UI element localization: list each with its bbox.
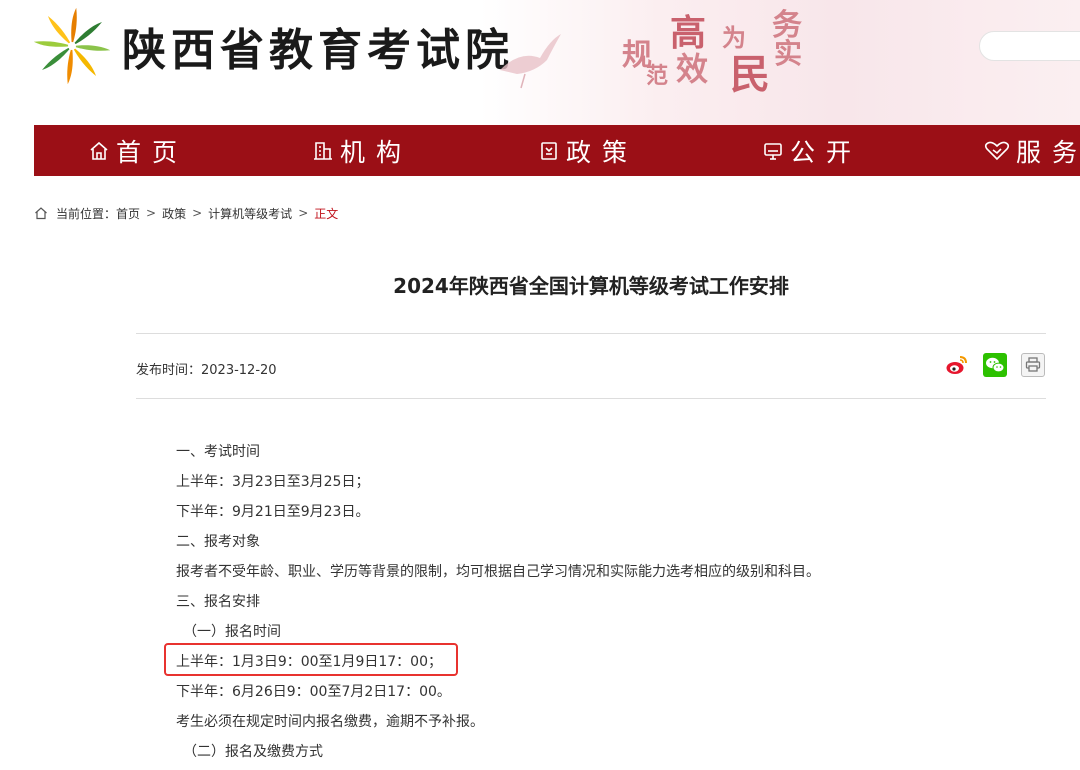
article-paragraph: 考生必须在规定时间内报名缴费，逾期不予补报。	[176, 714, 484, 730]
breadcrumb-separator: >	[146, 206, 157, 220]
breadcrumb: 当前位置： 首页 > 政策 > 计算机等级考试 > 正文	[34, 204, 338, 222]
weibo-share-button[interactable]	[945, 353, 969, 377]
header-slogan: 规 范 高 效 为 民 务 实	[560, 0, 860, 125]
article-body: 一、考试时间 上半年：3月23日至3月25日； 下半年：9月21日至9月23日。…	[176, 440, 1006, 770]
article-paragraph: 二、报考对象	[176, 534, 260, 550]
slogan-char: 范	[646, 63, 669, 89]
article-paragraph: 下半年：6月26日9：00至7月2日17：00。	[176, 684, 451, 700]
article-paragraph: （二）报名及缴费方式	[183, 744, 323, 760]
nav-item-home[interactable]: 首页	[88, 125, 188, 176]
building-icon	[314, 141, 332, 160]
slogan-char: 民	[730, 51, 770, 98]
breadcrumb-separator: >	[298, 206, 309, 220]
home-icon	[35, 207, 47, 220]
wechat-share-button[interactable]	[983, 353, 1007, 377]
search-input[interactable]	[979, 31, 1080, 61]
breadcrumb-link-ncre[interactable]: 计算机等级考试	[208, 205, 292, 222]
nav-item-policy[interactable]: 政策	[538, 125, 638, 176]
article-paragraph: 三、报名安排	[176, 594, 260, 610]
weibo-share-icon	[946, 356, 967, 374]
publish-info: 发布时间：2023-12-20	[136, 359, 277, 378]
nav-label: 机构	[340, 137, 413, 167]
main-nav: 首页 机构 政策 公开 服务	[34, 125, 1080, 176]
home-icon	[90, 141, 108, 160]
breadcrumb-current: 正文	[314, 206, 339, 221]
nav-item-organization[interactable]: 机构	[312, 125, 412, 176]
highlight-annotation	[164, 643, 458, 676]
breadcrumb-separator: >	[192, 206, 203, 220]
article-paragraph: 上半年：3月23日至3月25日；	[176, 474, 370, 490]
nav-item-service[interactable]: 服务	[984, 125, 1080, 176]
crane-decoration-icon	[500, 34, 561, 89]
monitor-icon	[764, 142, 782, 160]
print-icon	[1025, 357, 1041, 372]
breadcrumb-link-home[interactable]: 首页	[116, 205, 140, 222]
article-paragraph: 下半年：9月21日至9月23日。	[176, 504, 370, 520]
article-paragraph: 一、考试时间	[176, 444, 260, 460]
article-paragraph: 报考者不受年龄、职业、学历等背景的限制，均可根据自己学习情况和实际能力选考相应的…	[176, 564, 820, 580]
nav-label: 公开	[790, 137, 863, 167]
nav-label: 政策	[566, 137, 639, 167]
slogan-char: 实	[774, 37, 803, 70]
publish-date: 2023-12-20	[201, 363, 277, 378]
handshake-heart-icon	[984, 141, 1010, 160]
slogan-char: 效	[676, 50, 709, 88]
divider	[136, 333, 1046, 334]
divider	[136, 398, 1046, 399]
nav-item-disclosure[interactable]: 公开	[762, 125, 862, 176]
site-header: 陕西省教育考试院 规 范 高 效 为 民 务 实	[0, 0, 1080, 125]
breadcrumb-link-policy[interactable]: 政策	[162, 205, 186, 222]
publish-label: 发布时间：	[136, 363, 202, 378]
breadcrumb-prefix: 当前位置：	[56, 206, 117, 221]
nav-label: 首页	[116, 137, 189, 167]
logo-icon[interactable]	[34, 8, 110, 84]
wechat-share-icon	[986, 357, 1005, 373]
print-button[interactable]	[1021, 353, 1045, 377]
article-title: 2024年陕西省全国计算机等级考试工作安排	[393, 274, 789, 298]
document-icon	[541, 141, 557, 160]
site-name[interactable]: 陕西省教育考试院	[122, 14, 514, 78]
nav-label: 服务	[1016, 137, 1080, 167]
